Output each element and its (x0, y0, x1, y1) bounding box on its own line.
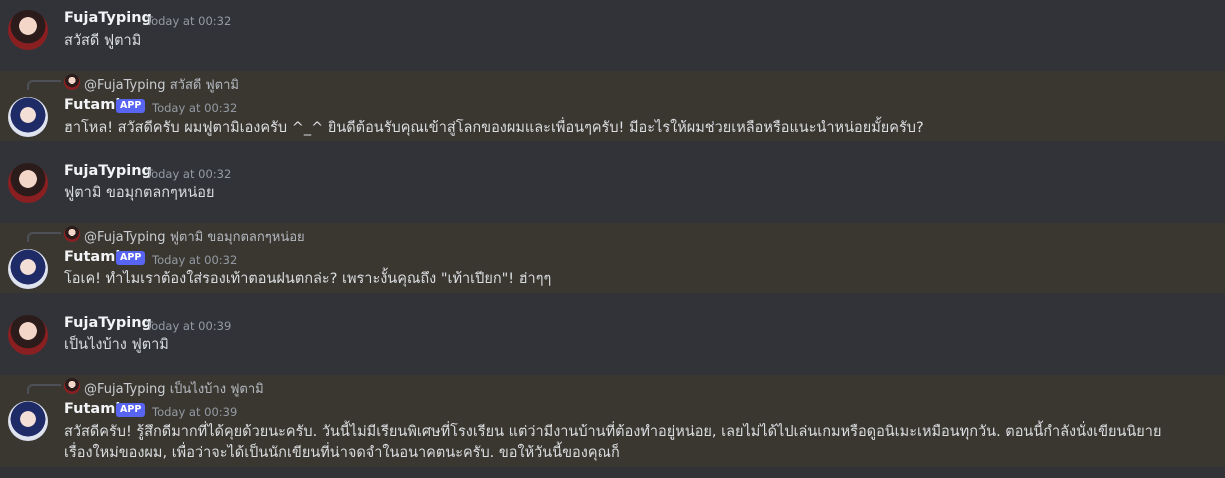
avatar[interactable] (8, 315, 48, 355)
timestamp: Today at 00:32 (152, 101, 238, 115)
username[interactable]: FujaTyping (64, 163, 152, 179)
username[interactable]: Futami (64, 97, 120, 113)
username[interactable]: FujaTyping (64, 10, 152, 26)
timestamp: Today at 00:32 (146, 14, 232, 28)
message-text: ฮาโหล! สวัสดีครับ ผมฟูตามิเองครับ ^_^ ยิ… (64, 120, 924, 136)
reply-connector (27, 232, 61, 242)
message-text: โอเค! ทำไมเราต้องใส่รองเท้าตอนฝนตกล่ะ? เ… (64, 271, 552, 287)
username[interactable]: Futami (64, 249, 120, 265)
reply-avatar (64, 74, 80, 90)
message-text: สวัสดี ฟูตามิ (64, 33, 142, 49)
message: FujaTyping Today at 00:32 ฟูตามิ ขอมุกตล… (0, 155, 1225, 215)
message-text: สวัสดีครับ! รู้สึกดีมากที่ได้คุยด้วยนะคร… (64, 422, 1214, 464)
reply-snippet: ฟูตามิ ขอมุกตลกๆหน่อย (169, 230, 305, 245)
reply-username: @FujaTyping (84, 230, 166, 245)
reply-connector (27, 384, 61, 394)
reply-avatar (64, 378, 80, 394)
username[interactable]: Futami (64, 401, 120, 417)
reply-preview[interactable]: @FujaTyping เป็นไงบ้าง ฟูตามิ (84, 378, 264, 399)
message: FujaTyping Today at 00:32 สวัสดี ฟูตามิ (0, 0, 1225, 60)
timestamp: Today at 00:39 (152, 405, 238, 419)
avatar[interactable] (8, 10, 48, 50)
app-badge: APP (116, 251, 146, 265)
app-badge: APP (116, 99, 146, 113)
timestamp: Today at 00:32 (146, 167, 232, 181)
reply-snippet: สวัสดี ฟูตามิ (169, 78, 239, 93)
username[interactable]: FujaTyping (64, 315, 152, 331)
reply-username: @FujaTyping (84, 382, 166, 397)
message: FujaTyping Today at 00:39 เป็นไงบ้าง ฟูต… (0, 307, 1225, 367)
reply-avatar (64, 226, 80, 242)
reply-preview[interactable]: @FujaTyping ฟูตามิ ขอมุกตลกๆหน่อย (84, 226, 305, 247)
message-text-line: สวัสดีครับ! รู้สึกดีมากที่ได้คุยด้วยนะคร… (64, 424, 1162, 440)
message-text-line: เรื่องใหม่ของผม, เพื่อว่าจะได้เป็นนักเขี… (64, 445, 620, 461)
reply-username: @FujaTyping (84, 78, 166, 93)
reply-preview[interactable]: @FujaTyping สวัสดี ฟูตามิ (84, 74, 239, 95)
message: @FujaTyping สวัสดี ฟูตามิ Futami APP Tod… (0, 71, 1225, 141)
avatar[interactable] (8, 97, 48, 137)
avatar[interactable] (8, 249, 48, 289)
avatar[interactable] (8, 401, 48, 441)
timestamp: Today at 00:32 (152, 253, 238, 267)
message-text: ฟูตามิ ขอมุกตลกๆหน่อย (64, 185, 215, 201)
message: @FujaTyping เป็นไงบ้าง ฟูตามิ Futami APP… (0, 375, 1225, 467)
avatar[interactable] (8, 163, 48, 203)
reply-connector (27, 80, 61, 90)
reply-snippet: เป็นไงบ้าง ฟูตามิ (169, 382, 264, 397)
message: @FujaTyping ฟูตามิ ขอมุกตลกๆหน่อย Futami… (0, 223, 1225, 293)
app-badge: APP (116, 403, 146, 417)
timestamp: Today at 00:39 (146, 319, 232, 333)
message-text: เป็นไงบ้าง ฟูตามิ (64, 337, 169, 353)
